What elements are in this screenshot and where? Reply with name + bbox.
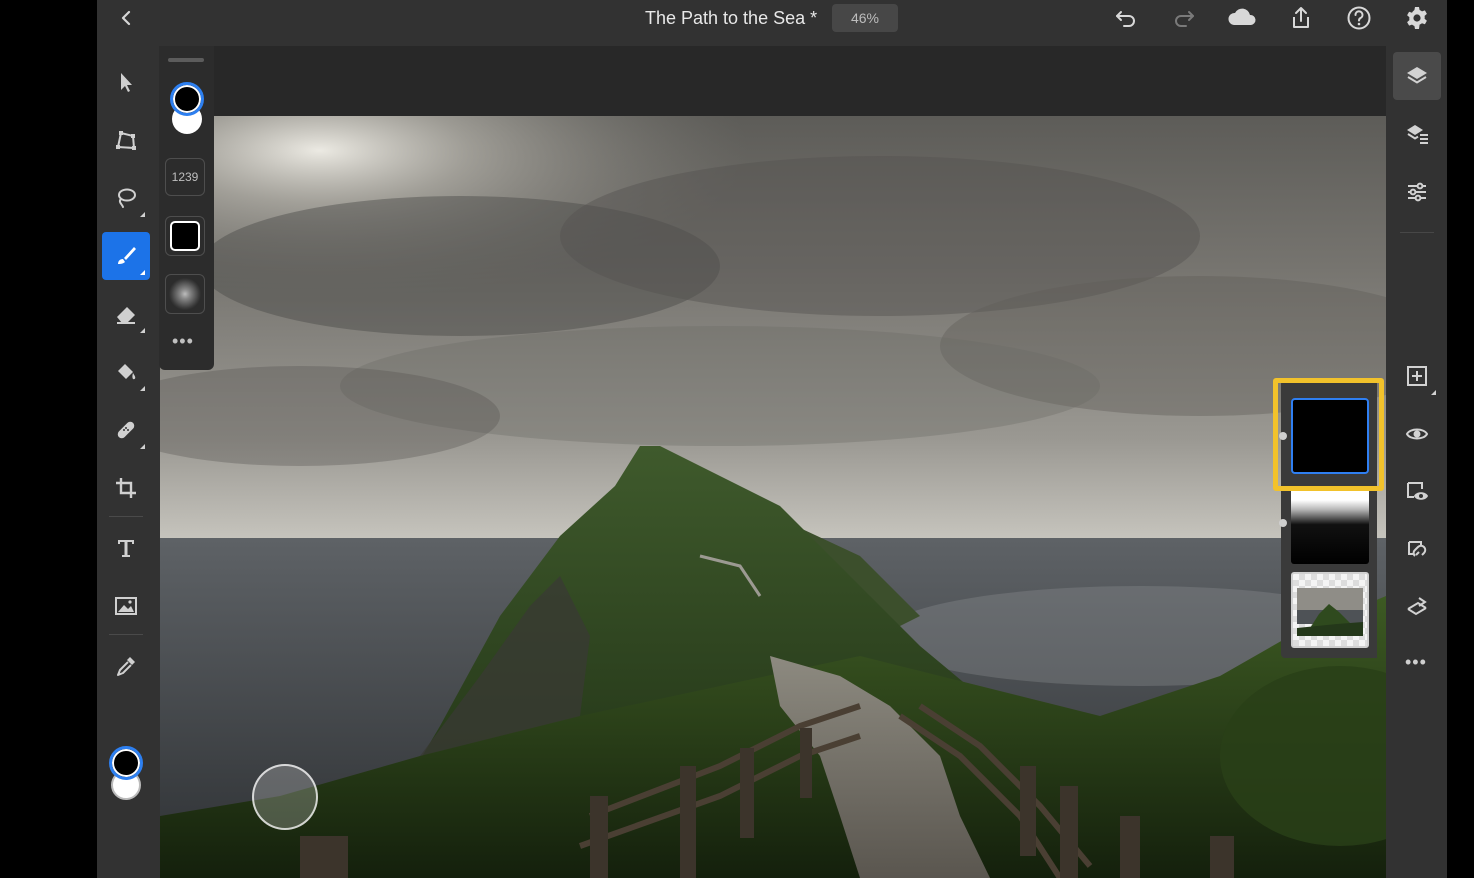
layers-icon[interactable] <box>1393 52 1441 100</box>
crop-icon[interactable] <box>102 464 150 512</box>
add-layer-icon[interactable] <box>1393 352 1441 400</box>
visibility-icon[interactable] <box>1393 410 1441 458</box>
undo-icon[interactable] <box>1112 4 1140 32</box>
healing-icon[interactable] <box>102 406 150 454</box>
brush-size-value[interactable]: 1239 <box>165 158 205 196</box>
top-bar: The Path to the Sea * 46% <box>97 0 1447 46</box>
brush-cursor <box>252 764 318 830</box>
redo-icon[interactable] <box>1170 4 1198 32</box>
layer-thumbnail-gradient[interactable] <box>1291 488 1369 564</box>
layer-link-indicator <box>1279 519 1287 527</box>
brush-color-button[interactable] <box>165 216 205 256</box>
photoshop-app: The Path to the Sea * 46% 1239 ••• ••• <box>97 0 1447 878</box>
cloud-icon[interactable] <box>1226 4 1260 32</box>
zoom-level[interactable]: 46% <box>832 4 898 32</box>
select-icon[interactable] <box>102 58 150 106</box>
document-title: The Path to the Sea * <box>645 8 818 28</box>
brush-color-preview <box>170 221 200 251</box>
lasso-icon[interactable] <box>102 174 150 222</box>
share-icon[interactable] <box>1287 4 1315 32</box>
layer-thumbnail-photo[interactable] <box>1291 572 1369 648</box>
right-letterbox <box>1447 0 1474 878</box>
brush-options-panel: 1239 ••• <box>159 46 214 370</box>
eraser-icon[interactable] <box>102 290 150 338</box>
foreground-color-swatch[interactable] <box>109 746 143 780</box>
merge-icon[interactable] <box>1393 584 1441 632</box>
eyedropper-icon[interactable] <box>102 642 150 690</box>
layer-properties-icon[interactable] <box>1393 110 1441 158</box>
type-icon[interactable] <box>102 524 150 572</box>
color-swatches[interactable] <box>107 746 147 810</box>
layers-bar: ••• <box>1386 46 1447 878</box>
panel-grip[interactable] <box>168 58 204 62</box>
brush-icon[interactable] <box>102 232 150 280</box>
brush-color-swatches[interactable] <box>166 82 206 138</box>
settings-icon[interactable] <box>1403 4 1431 32</box>
layer-more-button[interactable]: ••• <box>1405 652 1427 673</box>
brush-more-button[interactable]: ••• <box>172 331 194 352</box>
photo-layer-preview <box>1297 588 1363 636</box>
fill-icon[interactable] <box>102 348 150 396</box>
help-icon[interactable] <box>1345 4 1373 32</box>
toolbar-separator <box>109 516 143 517</box>
place-image-icon[interactable] <box>102 582 150 630</box>
toolbar-separator <box>109 634 143 635</box>
left-letterbox <box>0 0 97 878</box>
back-icon[interactable] <box>115 6 137 30</box>
tool-bar <box>97 46 157 878</box>
selected-layer-highlight <box>1273 378 1384 491</box>
brush-hardness-button[interactable] <box>165 274 205 314</box>
document-canvas[interactable] <box>160 116 1386 878</box>
transform-icon[interactable] <box>102 116 150 164</box>
mask-icon[interactable] <box>1393 468 1441 516</box>
rightbar-separator <box>1400 232 1434 233</box>
clipping-icon[interactable] <box>1393 526 1441 574</box>
adjustments-icon[interactable] <box>1393 168 1441 216</box>
brush-foreground-swatch[interactable] <box>170 82 204 116</box>
